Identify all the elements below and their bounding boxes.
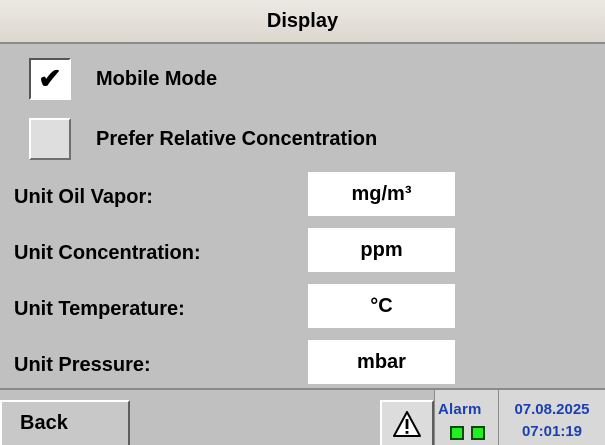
unit-concentration-field[interactable]: ppm — [308, 228, 455, 272]
unit-pressure-label: Unit Pressure: — [14, 354, 151, 376]
prefer-relative-concentration-label: Prefer Relative Concentration — [96, 128, 378, 150]
back-button-label: Back — [20, 412, 68, 434]
option-row-mobile-mode[interactable]: ✔ Mobile Mode — [0, 56, 605, 104]
option-row-prefer-relative-concentration[interactable]: Prefer Relative Concentration — [0, 116, 605, 164]
unit-temperature-label: Unit Temperature: — [14, 298, 185, 320]
check-icon: ✔ — [38, 63, 62, 94]
alarm-status-panel: Alarm — [434, 390, 498, 445]
unit-pressure-field[interactable]: mbar — [308, 340, 455, 384]
unit-concentration-label: Unit Concentration: — [14, 242, 201, 264]
prefer-relative-concentration-checkbox[interactable] — [29, 118, 71, 160]
datetime-panel: 07.08.2025 07:01:19 — [498, 390, 605, 445]
mobile-mode-checkbox[interactable]: ✔ — [29, 58, 71, 100]
warning-triangle-icon — [393, 410, 421, 437]
unit-oil-vapor-label: Unit Oil Vapor: — [14, 186, 153, 208]
unit-temperature-field[interactable]: °C — [308, 284, 455, 328]
alarm-led-2 — [471, 426, 485, 440]
date-display: 07.08.2025 — [514, 401, 590, 418]
window-title: Display — [266, 9, 339, 32]
unit-oil-vapor-field[interactable]: mg/m³ — [308, 172, 455, 216]
window-title-bar: Display — [0, 0, 605, 44]
mobile-mode-label: Mobile Mode — [96, 68, 218, 90]
time-display: 07:01:19 — [521, 423, 583, 440]
footer-bar: Back Alarm 07.08.2025 07:01:19 — [0, 388, 605, 445]
alarm-led-1 — [450, 426, 464, 440]
back-button[interactable]: Back — [0, 400, 130, 445]
alarm-button[interactable] — [380, 400, 434, 445]
alarm-label: Alarm — [438, 401, 482, 418]
